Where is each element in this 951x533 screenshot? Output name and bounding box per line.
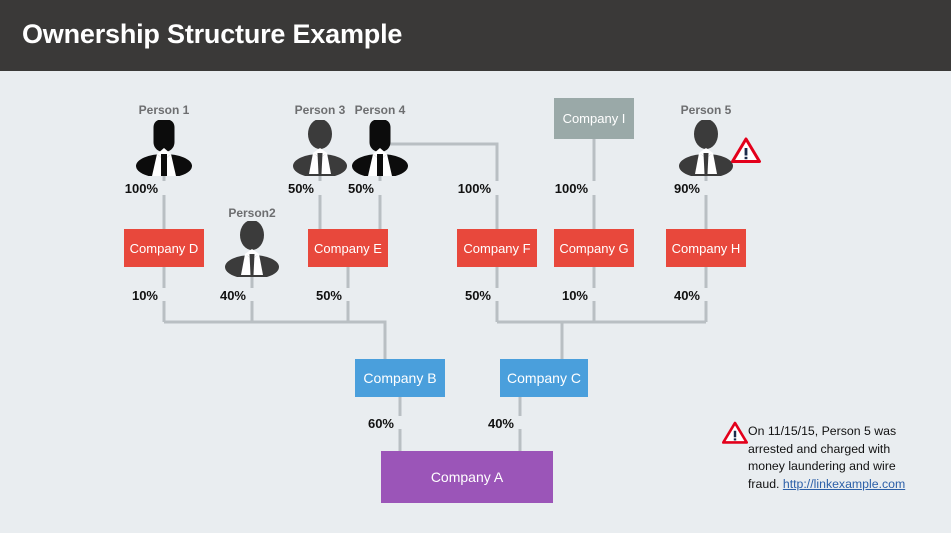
person-icon-person1 [135,120,193,176]
warning-triangle-icon-person5 [731,137,761,163]
node-companyB[interactable]: Company B [355,359,445,397]
node-companyE[interactable]: Company E [308,229,388,267]
percent-companyB-companyA: 60% [367,416,394,431]
diagram-canvas: Person 1 100% Person 3 50% Person 4 50% … [0,71,951,533]
percent-companyF-companyC: 50% [464,288,491,303]
person-icon-person4 [351,120,409,176]
annotation-note: On 11/15/15, Person 5 was arrested and c… [748,423,918,493]
node-companyH[interactable]: Company H [666,229,746,267]
annotation-link[interactable]: http://linkexample.com [783,477,905,491]
node-label-companyE: Company E [314,240,382,256]
node-label-companyF: Company F [463,240,531,256]
percent-companyE-companyB: 50% [315,288,342,303]
node-companyI[interactable]: Company I [554,98,634,139]
person-icon-person5 [677,120,735,176]
page-title: Ownership Structure Example [22,19,403,49]
page-header: Ownership Structure Example [0,0,951,71]
node-companyD[interactable]: Company D [124,229,204,267]
percent-companyC-companyA: 40% [487,416,514,431]
person-label-person1: Person 1 [138,103,190,117]
percent-person2-companyB: 40% [219,288,246,303]
percent-person4-companyF: 100% [457,181,491,196]
node-label-companyG: Company G [559,240,629,256]
node-label-companyB: Company B [363,370,437,386]
ownership-structure-diagram: Ownership Structure Example Person 1 100… [0,0,951,533]
person-icon-person2 [223,221,281,277]
percent-person1-companyD: 100% [124,181,158,196]
node-companyC[interactable]: Company C [500,359,588,397]
percent-person4-companyE: 50% [347,181,374,196]
percent-companyH-companyC: 40% [673,288,700,303]
percent-companyI-companyG: 100% [554,181,588,196]
person-icon-person3 [291,120,349,176]
node-companyA[interactable]: Company A [381,451,553,503]
person-label-person2: Person2 [228,206,276,220]
node-label-companyC: Company C [507,370,581,386]
node-label-companyA: Company A [430,469,504,485]
percent-person5-companyH: 90% [673,181,700,196]
percent-companyG-companyC: 10% [561,288,588,303]
percent-person3-companyE: 50% [287,181,314,196]
node-label-companyD: Company D [129,240,199,256]
warning-triangle-icon-annotation [722,421,748,449]
node-label-companyH: Company H [671,240,741,256]
person-label-person5: Person 5 [680,103,732,117]
node-companyG[interactable]: Company G [554,229,634,267]
person-label-person4: Person 4 [354,103,406,117]
node-label-companyI: Company I [562,111,626,126]
percent-companyD-companyB: 10% [131,288,158,303]
node-companyF[interactable]: Company F [457,229,537,267]
